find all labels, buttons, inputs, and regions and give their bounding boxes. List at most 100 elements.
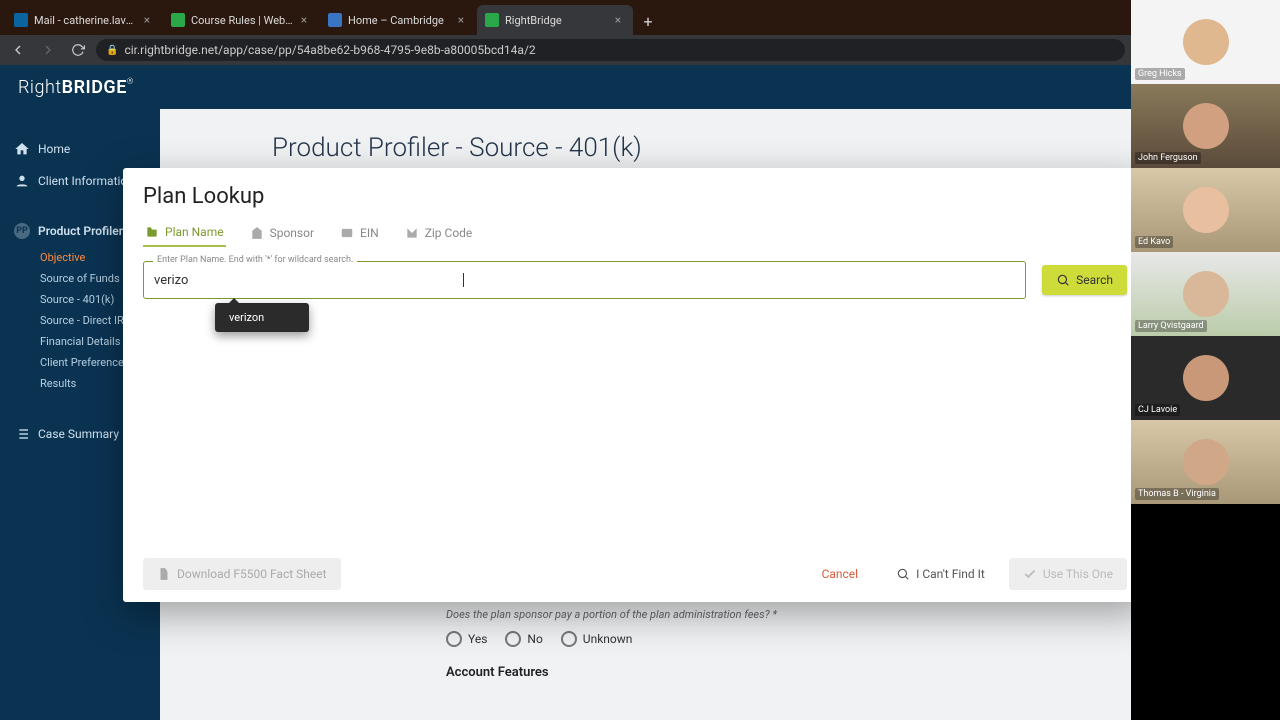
new-tab-button[interactable]: +: [634, 7, 662, 35]
button-label: Download F5500 Fact Sheet: [177, 567, 327, 581]
tab-cambridge[interactable]: Home – Cambridge ×: [320, 5, 476, 35]
tab-plan-name[interactable]: Plan Name: [143, 221, 226, 247]
input-float-label: Enter Plan Name. End with '*' for wildca…: [153, 255, 357, 265]
radio-no[interactable]: No: [505, 631, 542, 647]
tab-label: Plan Name: [165, 225, 224, 239]
app-viewport: RightBRIDGE® Home Client Information PP …: [0, 65, 1131, 720]
tab-title: Home – Cambridge: [348, 14, 450, 27]
sidebar-item-label: Product Profiler: [38, 224, 123, 238]
participant-name: Greg Hicks: [1135, 68, 1185, 80]
radio-label: No: [527, 632, 542, 646]
participant-tile[interactable]: John Ferguson: [1131, 84, 1280, 168]
list-icon: [14, 426, 30, 442]
address-bar: 🔒 cir.rightbridge.net/app/case/pp/54a8be…: [0, 35, 1131, 65]
plan-name-input[interactable]: [143, 261, 1026, 299]
plan-lookup-modal: Plan Lookup Plan Name Sponsor EIN Zip Co…: [123, 168, 1147, 602]
tab-webce[interactable]: Course Rules | WebCE ×: [163, 5, 319, 35]
radio-label: Unknown: [583, 632, 633, 646]
forward-button[interactable]: [36, 38, 60, 62]
close-icon[interactable]: ×: [611, 13, 625, 27]
participant-tile[interactable]: Thomas B - Virginia: [1131, 420, 1280, 504]
browser-chrome: Mail - catherine.lavoie@cambrid × Course…: [0, 0, 1131, 720]
mail-icon: [405, 226, 419, 240]
modal-tabs: Plan Name Sponsor EIN Zip Code: [143, 221, 1127, 247]
favicon-rightbridge: [485, 13, 499, 27]
tab-ein[interactable]: EIN: [338, 221, 381, 247]
button-label: Use This One: [1043, 567, 1113, 581]
back-button[interactable]: [6, 38, 30, 62]
section-account-features: Account Features: [446, 665, 1091, 680]
use-this-one-button: Use This One: [1009, 558, 1127, 590]
radio-icon: [561, 631, 577, 647]
participant-name: Larry Qvistgaard: [1135, 320, 1207, 332]
close-icon[interactable]: ×: [140, 13, 154, 27]
button-label: I Can't Find It: [916, 567, 985, 581]
person-icon: [14, 173, 30, 189]
download-fact-sheet-button: Download F5500 Fact Sheet: [143, 558, 341, 590]
logo-part-b: BRIDGE: [62, 77, 127, 98]
radio-icon: [505, 631, 521, 647]
favicon-webce: [171, 13, 185, 27]
reload-button[interactable]: [66, 38, 90, 62]
tab-strip: Mail - catherine.lavoie@cambrid × Course…: [0, 0, 1131, 35]
building-icon: [250, 226, 264, 240]
check-icon: [1023, 567, 1037, 581]
radio-yes[interactable]: Yes: [446, 631, 487, 647]
id-icon: [340, 226, 354, 240]
tab-title: Course Rules | WebCE: [191, 14, 293, 27]
tab-title: RightBridge: [505, 14, 607, 27]
participant-tile[interactable]: CJ Lavoie: [1131, 336, 1280, 420]
tab-label: Sponsor: [270, 226, 314, 240]
sidebar-item-home[interactable]: Home: [0, 133, 160, 165]
autocomplete-suggestion[interactable]: verizon: [215, 303, 309, 332]
participant-name: John Ferguson: [1135, 152, 1201, 164]
tab-label: Zip Code: [425, 226, 473, 240]
home-icon: [14, 141, 30, 157]
button-label: Search: [1076, 273, 1113, 287]
tab-sponsor[interactable]: Sponsor: [248, 221, 316, 247]
app-logo: RightBRIDGE®: [18, 77, 134, 98]
search-button[interactable]: Search: [1042, 265, 1127, 295]
cant-find-button[interactable]: I Can't Find It: [882, 558, 999, 590]
app-header: RightBRIDGE®: [0, 65, 1131, 109]
download-icon: [157, 567, 171, 581]
search-icon: [1056, 273, 1070, 287]
participant-name: CJ Lavoie: [1135, 404, 1180, 416]
participant-name: Ed Kavo: [1135, 236, 1173, 248]
video-call-panel: Greg Hicks John Ferguson Ed Kavo Larry Q…: [1131, 0, 1280, 720]
search-field-wrap: Enter Plan Name. End with '*' for wildca…: [143, 261, 1026, 299]
pp-icon: PP: [14, 223, 30, 239]
tab-rightbridge[interactable]: RightBridge ×: [477, 5, 633, 35]
call-panel-empty: [1131, 504, 1280, 720]
modal-footer: Download F5500 Fact Sheet Cancel I Can't…: [143, 558, 1127, 590]
close-icon[interactable]: ×: [297, 13, 311, 27]
logo-part-a: Right: [18, 77, 62, 98]
search-off-icon: [896, 567, 910, 581]
folder-icon: [145, 225, 159, 239]
url-field[interactable]: 🔒 cir.rightbridge.net/app/case/pp/54a8be…: [96, 39, 1125, 61]
sidebar-item-label: Home: [38, 142, 70, 156]
url-text: cir.rightbridge.net/app/case/pp/54a8be62…: [124, 43, 535, 57]
participant-tile[interactable]: Larry Qvistgaard: [1131, 252, 1280, 336]
search-row: Enter Plan Name. End with '*' for wildca…: [143, 261, 1127, 299]
cancel-button[interactable]: Cancel: [808, 558, 873, 590]
background-form: Does the plan sponsor pay a portion of t…: [446, 608, 1091, 680]
participant-tile[interactable]: Greg Hicks: [1131, 0, 1280, 84]
modal-title: Plan Lookup: [143, 184, 1127, 209]
radio-icon: [446, 631, 462, 647]
favicon-cambridge: [328, 13, 342, 27]
text-cursor: [463, 273, 464, 287]
question-text: Does the plan sponsor pay a portion of t…: [446, 608, 1091, 621]
tab-mail[interactable]: Mail - catherine.lavoie@cambrid ×: [6, 5, 162, 35]
button-label: Cancel: [822, 567, 859, 581]
page-title: Product Profiler - Source - 401(k): [160, 109, 1131, 171]
radio-label: Yes: [468, 632, 487, 646]
close-icon[interactable]: ×: [454, 13, 468, 27]
favicon-outlook: [14, 13, 28, 27]
tab-zip[interactable]: Zip Code: [403, 221, 475, 247]
radio-unknown[interactable]: Unknown: [561, 631, 633, 647]
participant-name: Thomas B - Virginia: [1135, 488, 1219, 500]
participant-tile[interactable]: Ed Kavo: [1131, 168, 1280, 252]
sidebar-item-label: Client Information: [38, 174, 134, 188]
radio-row: Yes No Unknown: [446, 631, 1091, 647]
